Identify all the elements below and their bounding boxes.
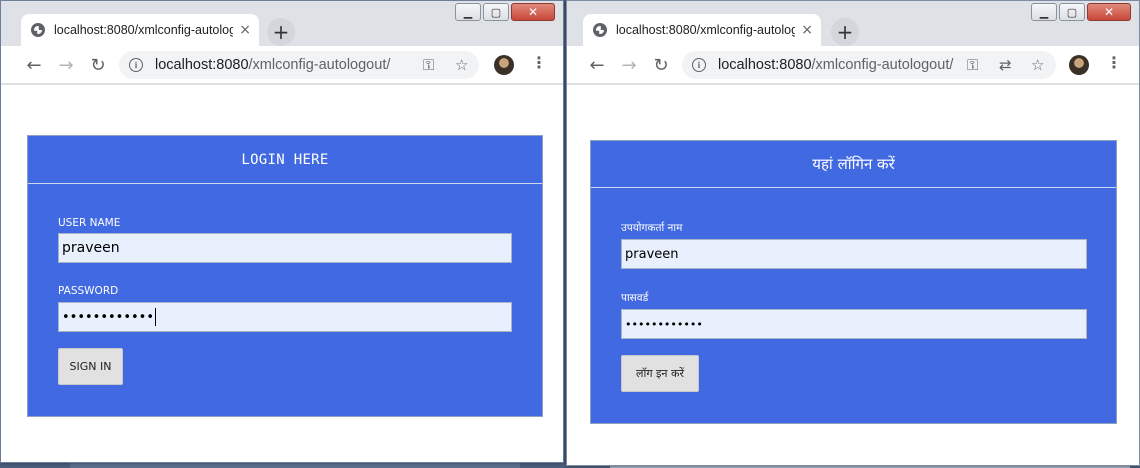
- browser-tab[interactable]: localhost:8080/xmlconfig-autologout/ ×: [21, 14, 259, 46]
- close-window-button[interactable]: ✕: [1087, 3, 1131, 21]
- reload-icon: ↻: [653, 54, 669, 76]
- maximize-button[interactable]: ▢: [1059, 3, 1085, 21]
- menu-icon[interactable]: ⋮: [1106, 55, 1122, 71]
- address-bar[interactable]: i localhost:8080/xmlconfig-autologout/ ⚿…: [119, 51, 479, 79]
- sign-in-button[interactable]: SIGN IN: [58, 348, 123, 385]
- text-cursor: [155, 308, 157, 326]
- url-text: localhost:8080/xmlconfig-autologout/: [155, 57, 391, 73]
- reload-icon: ↻: [90, 54, 106, 76]
- back-arrow-icon: ←: [589, 54, 605, 76]
- window-controls: ▁ ▢ ✕: [455, 3, 555, 21]
- maximize-button[interactable]: ▢: [483, 3, 509, 21]
- password-input[interactable]: ••••••••••••: [58, 302, 512, 332]
- browser-window-left: ▁ ▢ ✕ localhost:8080/xmlconfig-autologou…: [0, 0, 564, 463]
- minimize-button[interactable]: ▁: [1031, 3, 1057, 21]
- forward-arrow-icon: →: [58, 54, 74, 76]
- tab-close-icon[interactable]: ×: [801, 22, 813, 38]
- globe-icon: [593, 23, 607, 37]
- forward-button[interactable]: →: [55, 54, 77, 76]
- avatar[interactable]: [1069, 55, 1089, 75]
- username-label: उपयोगकर्ता नाम: [621, 222, 683, 234]
- sign-in-button[interactable]: लॉग इन करें: [621, 355, 699, 392]
- title-bar: ▁ ▢ ✕ localhost:8080/xmlconfig-autologou…: [567, 1, 1139, 46]
- key-icon[interactable]: ⚿: [423, 56, 434, 74]
- minimize-button[interactable]: ▁: [455, 3, 481, 21]
- star-icon[interactable]: ☆: [455, 56, 468, 74]
- reload-button[interactable]: ↻: [650, 54, 672, 76]
- maximize-icon: ▢: [490, 5, 502, 19]
- close-icon: ✕: [1103, 5, 1115, 19]
- username-input[interactable]: praveen: [621, 239, 1087, 269]
- page-content: LOGIN HERE USER NAME praveen PASSWORD ••…: [1, 85, 563, 462]
- browser-toolbar: ← → ↻ i localhost:8080/xmlconfig-autolog…: [1, 46, 563, 84]
- key-icon[interactable]: ⚿: [967, 56, 978, 74]
- menu-icon[interactable]: ⋮: [531, 55, 547, 71]
- back-arrow-icon: ←: [26, 54, 42, 76]
- globe-icon: [31, 23, 45, 37]
- plus-icon: +: [272, 20, 290, 44]
- forward-arrow-icon: →: [621, 54, 637, 76]
- username-label: USER NAME: [58, 217, 121, 229]
- star-icon[interactable]: ☆: [1031, 56, 1044, 74]
- info-icon[interactable]: i: [129, 58, 143, 72]
- browser-window-right: ▁ ▢ ✕ localhost:8080/xmlconfig-autologou…: [566, 0, 1140, 466]
- plus-icon: +: [836, 20, 854, 44]
- close-window-button[interactable]: ✕: [511, 3, 555, 21]
- new-tab-button[interactable]: +: [267, 18, 295, 46]
- avatar[interactable]: [494, 55, 514, 75]
- back-button[interactable]: ←: [586, 54, 608, 76]
- address-bar[interactable]: i localhost:8080/xmlconfig-autologout/ ⚿…: [682, 51, 1056, 79]
- forward-button[interactable]: →: [618, 54, 640, 76]
- translate-icon[interactable]: ⇄: [999, 56, 1012, 74]
- minimize-icon: ▁: [463, 5, 473, 19]
- form-heading: LOGIN HERE: [28, 136, 542, 184]
- title-bar: ▁ ▢ ✕ localhost:8080/xmlconfig-autologou…: [1, 1, 563, 46]
- info-icon[interactable]: i: [692, 58, 706, 72]
- maximize-icon: ▢: [1066, 5, 1078, 19]
- minimize-icon: ▁: [1039, 5, 1049, 19]
- tab-close-icon[interactable]: ×: [239, 22, 251, 38]
- close-icon: ✕: [527, 5, 539, 19]
- login-form: यहां लॉगिन करें उपयोगकर्ता नाम praveen प…: [590, 140, 1117, 424]
- username-input[interactable]: praveen: [58, 233, 512, 263]
- new-tab-button[interactable]: +: [831, 18, 859, 46]
- browser-tab[interactable]: localhost:8080/xmlconfig-autologout/ ×: [583, 14, 821, 46]
- url-text: localhost:8080/xmlconfig-autologout/: [718, 57, 954, 73]
- browser-toolbar: ← → ↻ i localhost:8080/xmlconfig-autolog…: [567, 46, 1139, 84]
- tab-title: localhost:8080/xmlconfig-autologout/: [54, 23, 233, 37]
- login-form: LOGIN HERE USER NAME praveen PASSWORD ••…: [27, 135, 543, 417]
- form-heading: यहां लॉगिन करें: [591, 141, 1116, 188]
- password-label: पासवर्ड: [621, 292, 649, 304]
- window-controls: ▁ ▢ ✕: [1031, 3, 1131, 21]
- reload-button[interactable]: ↻: [87, 54, 109, 76]
- back-button[interactable]: ←: [23, 54, 45, 76]
- password-input[interactable]: ••••••••••••: [621, 309, 1087, 339]
- tab-title: localhost:8080/xmlconfig-autologout/: [616, 23, 795, 37]
- page-content: यहां लॉगिन करें उपयोगकर्ता नाम praveen प…: [567, 85, 1139, 465]
- password-label: PASSWORD: [58, 285, 119, 297]
